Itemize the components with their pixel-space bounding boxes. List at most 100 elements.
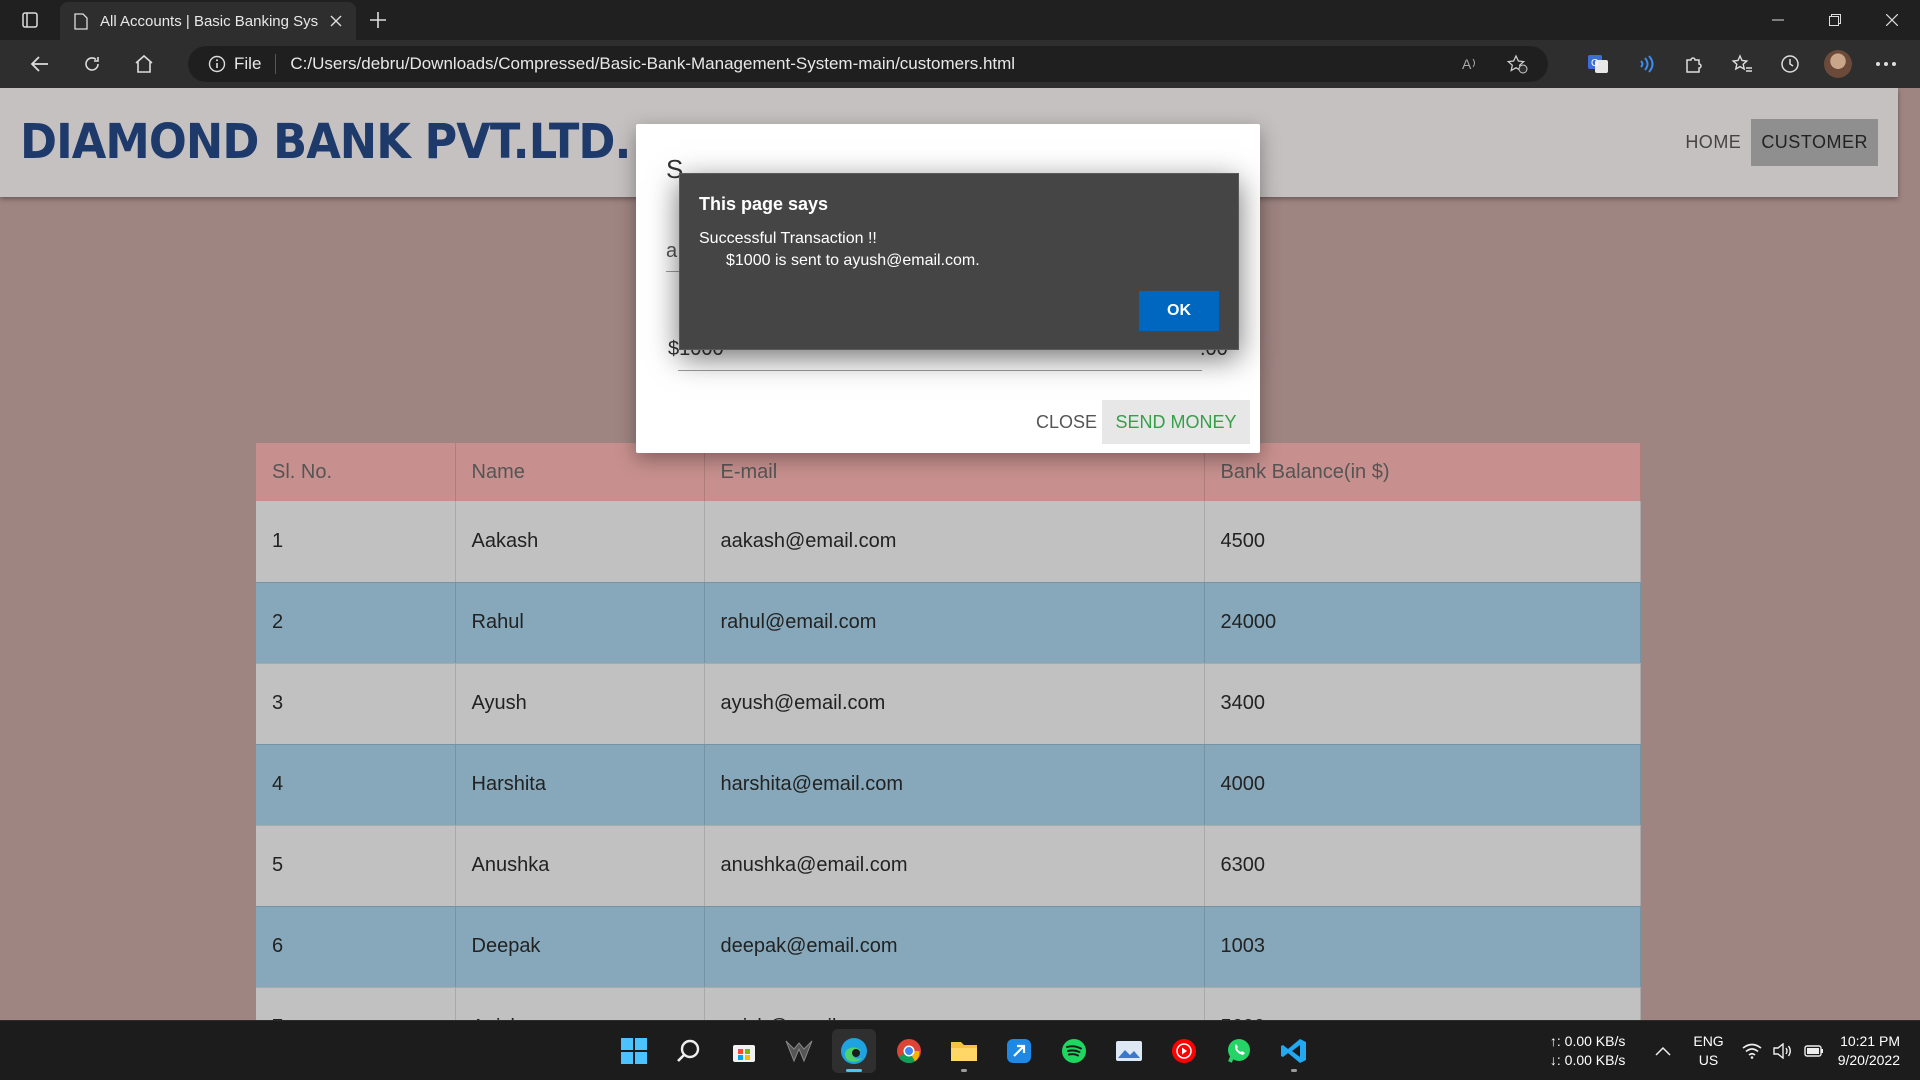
add-favorite-icon[interactable] [1506,54,1528,74]
chrome-icon [897,1039,921,1064]
cell-balance: 6300 [1204,825,1641,906]
alert-ok-button[interactable]: OK [1139,291,1219,331]
browser-toolbar: File C:/Users/debru/Downloads/Compressed… [0,40,1920,88]
tab-actions-button[interactable] [0,0,60,40]
chevron-up-icon[interactable] [1655,1046,1671,1056]
table-row[interactable]: 3 Ayush ayush@email.com 3400 [256,663,1641,744]
running-indicator [1291,1069,1297,1072]
network-speed: ↑: 0.00 KB/s ↓: 0.00 KB/s [1550,1032,1625,1070]
favorites-button[interactable] [1728,50,1756,78]
minimize-icon [1771,19,1784,21]
window-controls [1749,0,1920,40]
profile-button[interactable] [1824,50,1852,78]
cell-sl-no: 7 [256,987,456,1020]
system-tray: ↑: 0.00 KB/s ↓: 0.00 KB/s ENG US 10:21 P… [1550,1021,1920,1080]
taskbar-predator[interactable] [777,1029,821,1073]
send-money-button[interactable]: SEND MONEY [1102,400,1250,444]
language-indicator[interactable]: ENG US [1693,1032,1723,1070]
taskbar-search[interactable] [667,1029,711,1073]
settings-more-button[interactable] [1872,50,1900,78]
nav-home-link[interactable]: HOME [1675,119,1751,166]
back-button[interactable] [14,46,66,82]
table-row[interactable]: 5 Anushka anushka@email.com 6300 [256,825,1641,906]
start-button[interactable] [612,1029,656,1073]
column-header-sl-no: Sl. No. [256,443,456,501]
extensions-button[interactable] [1680,50,1708,78]
home-icon [135,54,153,73]
nav-customer-link[interactable]: CUSTOMER [1751,119,1878,166]
store-icon [733,1045,755,1062]
minimize-button[interactable] [1749,0,1806,40]
taskbar-file-explorer[interactable] [942,1029,986,1073]
taskbar-store[interactable] [722,1029,766,1073]
history-button[interactable] [1776,50,1804,78]
tab-actions-icon [22,12,38,28]
cell-sl-no: 4 [256,744,456,825]
search-icon [677,1039,700,1062]
cell-balance: 4000 [1204,744,1641,825]
wifi-icon [1742,1043,1762,1059]
new-tab-button[interactable] [356,0,400,40]
taskbar-edge[interactable] [832,1029,876,1073]
favorites-star-icon [1731,54,1752,72]
translate-button[interactable]: G [1584,50,1612,78]
puzzle-icon [1686,57,1702,73]
refresh-button[interactable] [66,46,118,82]
read-aloud-icon[interactable]: A [1460,54,1480,74]
cell-balance: 1003 [1204,906,1641,987]
predator-icon [785,1040,813,1063]
taskbar-whatsapp[interactable] [1217,1029,1261,1073]
close-window-button[interactable] [1863,0,1920,40]
windows-logo-icon [621,1038,647,1064]
amount-input[interactable] [678,370,1202,371]
close-tab-icon[interactable] [330,15,342,27]
taskbar-vscode[interactable] [1272,1029,1316,1073]
extension-wave-button[interactable] [1632,50,1660,78]
lang-code: ENG [1693,1033,1724,1049]
volume-icon [1773,1043,1791,1059]
home-button[interactable] [118,46,170,82]
close-icon [1885,14,1898,26]
cell-balance: 5600 [1204,987,1641,1020]
cell-name: Aakash [455,501,705,582]
url-text[interactable]: C:/Users/debru/Downloads/Compressed/Basi… [290,54,1460,74]
browser-tab[interactable]: All Accounts | Basic Banking Syst [60,2,356,40]
bank-brand-logo[interactable]: DIAMOND BANK PVT.LTD. [20,114,631,170]
clock[interactable]: 10:21 PM 9/20/2022 [1838,1032,1900,1070]
table-row[interactable]: 7Anishanish@email.com5600 [256,987,1641,1020]
spotify-icon [1062,1039,1086,1063]
cell-email: rahul@email.com [704,582,1205,663]
table-row[interactable]: 6 Deepak deepak@email.com 1003 [256,906,1641,987]
folder-icon [951,1042,977,1061]
taskbar-photos[interactable] [1107,1029,1151,1073]
svg-text:G: G [1591,58,1599,69]
page-icon [74,12,88,30]
taskbar-spotify[interactable] [1052,1029,1096,1073]
lang-region: US [1698,1052,1719,1068]
taskbar-blue-app[interactable] [997,1029,1041,1073]
cell-name: Harshita [455,744,705,825]
table-row[interactable]: 4 Harshita harshita@email.com 4000 [256,744,1641,825]
quick-settings[interactable] [1742,1043,1824,1059]
close-button[interactable]: CLOSE [1020,400,1113,444]
refresh-icon [85,57,99,71]
page-viewport: DIAMOND BANK PVT.LTD. HOME CUSTOMER Sl. … [0,88,1920,1020]
taskbar-youtube-music[interactable] [1162,1029,1206,1073]
taskbar-chrome[interactable] [887,1029,931,1073]
table-row[interactable]: 1 Aakash aakash@email.com 4500 [256,501,1641,582]
site-info-button[interactable]: File [208,54,277,74]
toolbar-extensions: G [1584,50,1900,78]
back-arrow-icon [30,56,48,72]
customers-table: Sl. No. Name E-mail Bank Balance(in $) 1… [256,443,1641,1020]
address-scheme: File [234,54,262,73]
sound-wave-icon [1640,55,1654,73]
cell-name: Anushka [455,825,705,906]
address-bar[interactable]: File C:/Users/debru/Downloads/Compressed… [188,46,1548,82]
table-row[interactable]: 2 Rahul rahul@email.com 24000 [256,582,1641,663]
cell-sl-no: 3 [256,663,456,744]
cell-email: harshita@email.com [704,744,1205,825]
edge-icon [841,1038,867,1064]
youtube-music-icon [1172,1039,1196,1063]
restore-button[interactable] [1806,0,1863,40]
cell-name: Anish [455,987,705,1020]
